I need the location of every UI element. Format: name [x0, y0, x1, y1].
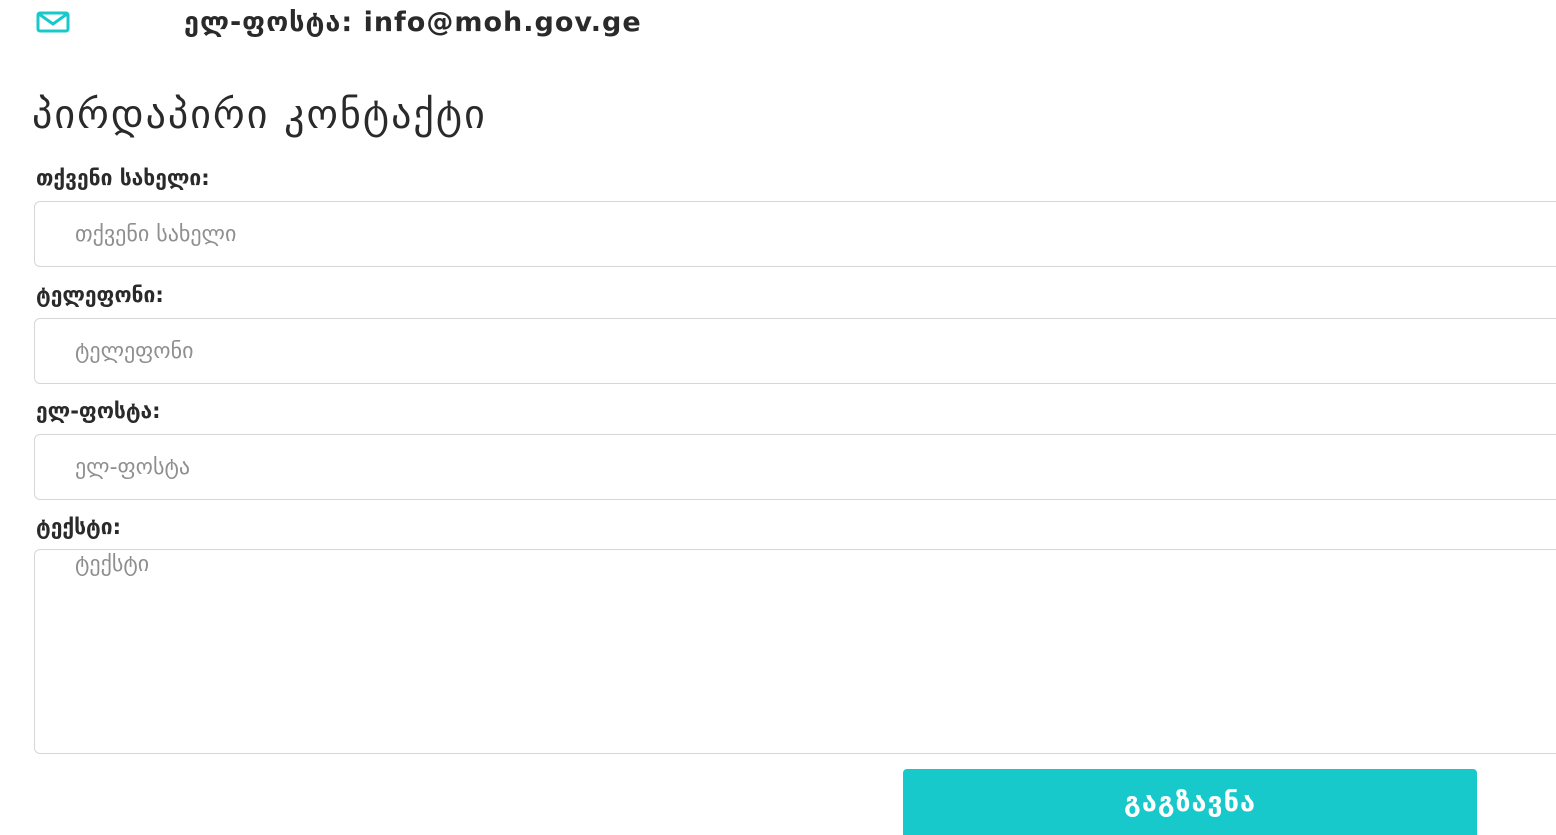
submit-button[interactable]: გაგზავნა: [903, 769, 1477, 835]
email-label: ელ-ფოსტა:: [36, 399, 161, 423]
name-input[interactable]: [34, 201, 1556, 267]
envelope-icon: [36, 11, 70, 33]
name-label: თქვენი სახელი:: [36, 166, 210, 190]
phone-input[interactable]: [34, 318, 1556, 384]
phone-label: ტელეფონი:: [36, 283, 164, 307]
email-input[interactable]: [34, 434, 1556, 500]
direct-contact-title: პირდაპირი კონტაქტი: [32, 92, 487, 138]
message-label: ტექსტი:: [36, 515, 121, 539]
message-textarea[interactable]: [34, 549, 1556, 754]
contact-email-text: ელ-ფოსტა: info@moh.gov.ge: [184, 6, 642, 38]
contact-email-row: ელ-ფოსტა: info@moh.gov.ge: [36, 4, 642, 40]
contact-page: ელ-ფოსტა: info@moh.gov.ge პირდაპირი კონტ…: [0, 0, 1556, 835]
